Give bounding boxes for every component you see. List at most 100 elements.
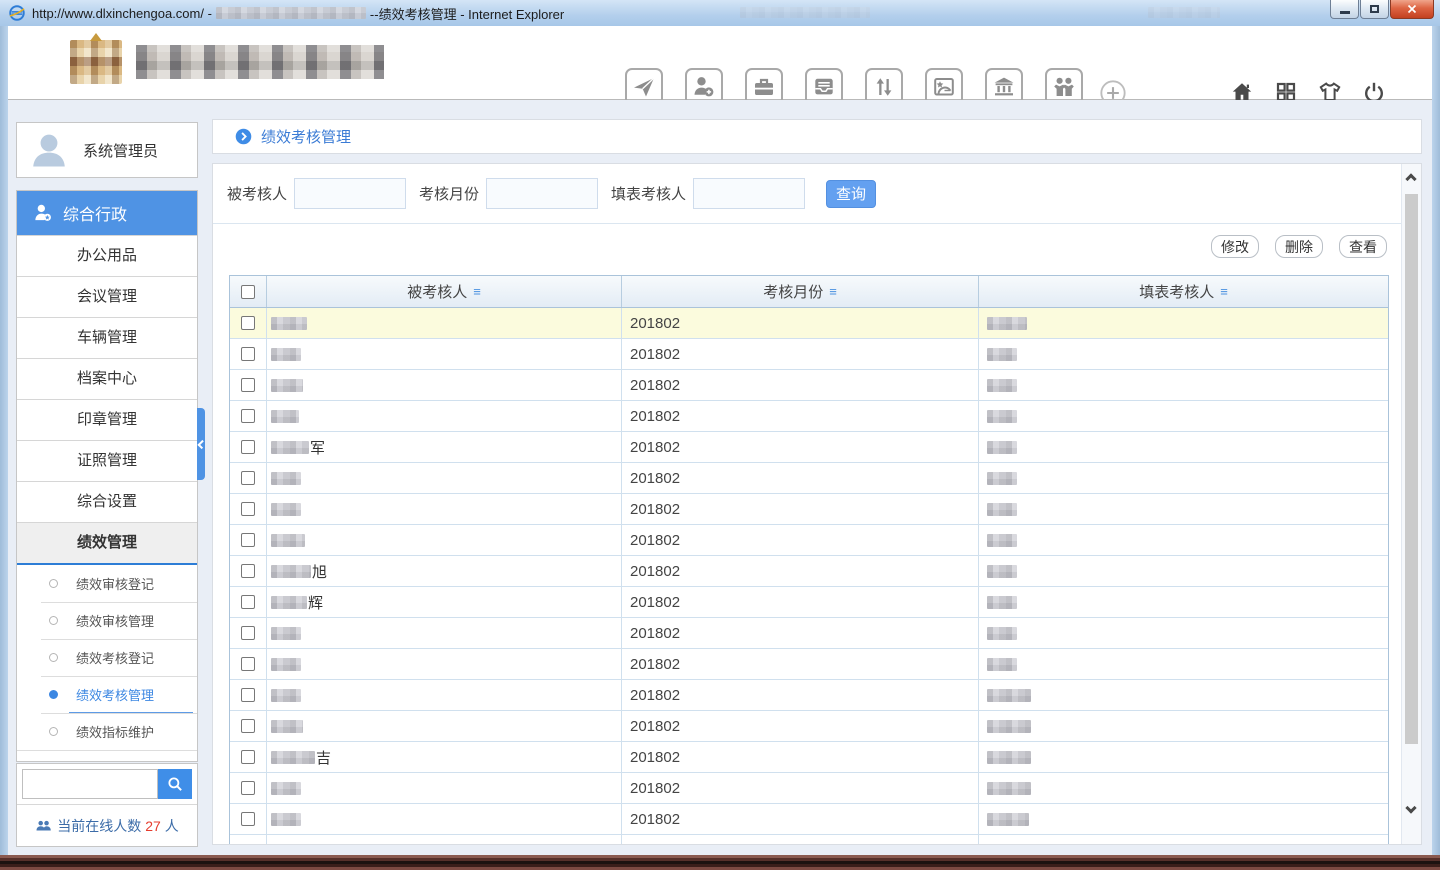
sidebar-item[interactable]: 印章管理: [17, 399, 197, 440]
sidebar-item[interactable]: 绩效管理: [17, 522, 197, 565]
sidebar-search-button[interactable]: [158, 769, 192, 799]
select-all-checkbox[interactable]: [241, 285, 255, 299]
cell-month: 201802: [622, 370, 979, 400]
sort-icon[interactable]: ≡: [1220, 284, 1228, 299]
row-checkbox[interactable]: [241, 626, 255, 640]
row-checkbox[interactable]: [241, 719, 255, 733]
table-row[interactable]: 201802: [230, 463, 1388, 494]
row-checkbox[interactable]: [241, 378, 255, 392]
radio-bullet-icon: [49, 690, 58, 699]
filter-input-month[interactable]: [486, 178, 598, 209]
table-row[interactable]: 201802: [230, 618, 1388, 649]
sidebar-item[interactable]: 车辆管理: [17, 317, 197, 358]
redacted-reviewer: [987, 596, 1017, 609]
table-row[interactable]: 201802: [230, 401, 1388, 432]
sidebar-search-input[interactable]: [22, 769, 158, 799]
table-row[interactable]: 201802: [230, 308, 1388, 339]
redacted-reviewer: [987, 410, 1017, 423]
cell-reviewer: [979, 649, 1388, 679]
name-suffix: 辉: [308, 592, 323, 613]
cell-reviewer: [979, 370, 1388, 400]
column-month: 考核月份: [763, 281, 823, 302]
table-row[interactable]: 201802: [230, 339, 1388, 370]
sidebar-subitem-label: 绩效审核管理: [76, 611, 154, 630]
sidebar-item[interactable]: 档案中心: [17, 358, 197, 399]
row-checkbox[interactable]: [241, 471, 255, 485]
table-row[interactable]: [230, 835, 1388, 845]
row-checkbox[interactable]: [241, 657, 255, 671]
table-row[interactable]: 201802: [230, 804, 1388, 835]
table-row[interactable]: 201802: [230, 494, 1388, 525]
view-button[interactable]: 查看: [1339, 235, 1387, 258]
delete-button[interactable]: 删除: [1275, 235, 1323, 258]
radio-bullet-icon: [49, 616, 58, 625]
table-row[interactable]: 201802: [230, 525, 1388, 556]
column-reviewer: 填表考核人: [1139, 281, 1214, 302]
row-checkbox[interactable]: [241, 688, 255, 702]
cell-reviewer: [979, 556, 1388, 586]
sidebar-item[interactable]: 证照管理: [17, 440, 197, 481]
cell-assessee: [267, 525, 622, 555]
workspace: 系统管理员 综合行政 办公用品会议管理车辆管理档案中心印章管理证照管理综合设置绩…: [8, 100, 1432, 855]
maximize-button[interactable]: [1360, 0, 1389, 19]
cell-month: 201802: [622, 742, 979, 772]
table-row[interactable]: 军 201802: [230, 432, 1388, 463]
cell-assessee: [267, 649, 622, 679]
sidebar-item[interactable]: 会议管理: [17, 276, 197, 317]
table-row[interactable]: 201802: [230, 711, 1388, 742]
row-checkbox[interactable]: [241, 440, 255, 454]
row-checkbox[interactable]: [241, 564, 255, 578]
row-checkbox[interactable]: [241, 409, 255, 423]
sort-icon[interactable]: ≡: [473, 284, 481, 299]
table-row[interactable]: 201802: [230, 680, 1388, 711]
scroll-down-arrow[interactable]: [1405, 802, 1416, 813]
table-row[interactable]: 201802: [230, 370, 1388, 401]
cell-assessee: [267, 711, 622, 741]
row-checkbox[interactable]: [241, 316, 255, 330]
redacted-name: [271, 658, 301, 671]
row-checkbox[interactable]: [241, 533, 255, 547]
sidebar-subitem[interactable]: 绩效审核管理: [17, 602, 197, 639]
sort-icon[interactable]: ≡: [829, 284, 837, 299]
table-row[interactable]: 辉 201802: [230, 587, 1388, 618]
vertical-scrollbar[interactable]: [1401, 164, 1421, 844]
submenu-footer: [17, 750, 197, 761]
table-row[interactable]: 旭 201802: [230, 556, 1388, 587]
cell-assessee: [267, 680, 622, 710]
redacted-name: [271, 472, 301, 485]
online-count: 当前在线人数 27人: [17, 805, 197, 846]
sidebar-subitem[interactable]: 绩效指标维护: [17, 713, 197, 750]
redacted-reviewer: [987, 689, 1031, 702]
sidebar-item[interactable]: 综合设置: [17, 481, 197, 522]
cell-month: 201802: [622, 649, 979, 679]
table-row[interactable]: 吉 201802: [230, 742, 1388, 773]
cell-assessee: [267, 835, 622, 845]
row-checkbox[interactable]: [241, 781, 255, 795]
filter-input-reviewer[interactable]: [693, 178, 805, 209]
sidebar-item[interactable]: 办公用品: [17, 235, 197, 276]
scrollbar-thumb[interactable]: [1405, 194, 1418, 744]
close-button[interactable]: [1390, 0, 1434, 19]
row-checkbox[interactable]: [241, 844, 255, 846]
sidebar-section-header[interactable]: 综合行政: [17, 191, 197, 235]
scroll-up-arrow[interactable]: [1405, 173, 1416, 184]
sidebar-subitem[interactable]: 绩效考核管理: [17, 676, 197, 713]
modify-button[interactable]: 修改: [1211, 235, 1259, 258]
sidebar-section-label: 综合行政: [63, 201, 127, 225]
row-checkbox[interactable]: [241, 595, 255, 609]
row-checkbox[interactable]: [241, 750, 255, 764]
table-row[interactable]: 201802: [230, 773, 1388, 804]
filter-input-assessee[interactable]: [294, 178, 406, 209]
minimize-button[interactable]: [1330, 0, 1359, 19]
sidebar-subitem[interactable]: 绩效审核登记: [17, 565, 197, 602]
row-checkbox[interactable]: [241, 502, 255, 516]
sidebar-subitem[interactable]: 绩效考核登记: [17, 639, 197, 676]
table-row[interactable]: 201802: [230, 649, 1388, 680]
window-controls: [1329, 0, 1434, 19]
cell-reviewer: [979, 587, 1388, 617]
search-button[interactable]: 查询: [826, 180, 876, 208]
row-checkbox[interactable]: [241, 347, 255, 361]
sidebar-collapse-handle[interactable]: [197, 408, 205, 480]
redacted-reviewer: [987, 782, 1031, 795]
row-checkbox[interactable]: [241, 812, 255, 826]
